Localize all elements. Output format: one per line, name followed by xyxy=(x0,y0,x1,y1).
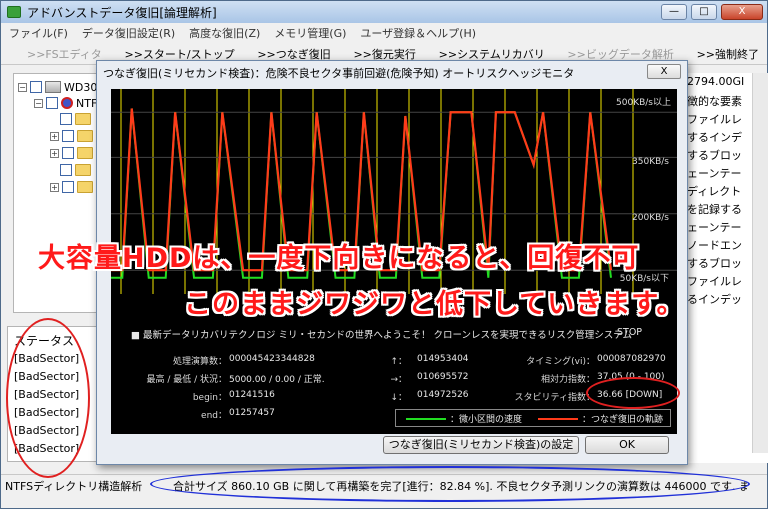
detail-line: を記録する xyxy=(687,203,742,216)
relative-label: 相対力指数： xyxy=(540,375,595,385)
begin-label: begin： xyxy=(192,393,227,403)
caption-line-1: 大容量HDDは、一度下向きになると、回復不可 xyxy=(38,243,640,274)
scrollbar[interactable] xyxy=(752,73,768,453)
stability-label: スタビリティ指数： xyxy=(514,393,595,403)
timing-value: 000087082970 xyxy=(597,354,666,364)
up-label: ↑： xyxy=(390,357,407,367)
detail-line: 2794.00GI xyxy=(687,75,745,88)
folder-icon xyxy=(75,113,91,125)
app-icon xyxy=(7,6,21,18)
legend-swatch-green xyxy=(406,418,446,420)
maximize-button[interactable]: □ xyxy=(691,4,717,20)
down-label: ↓： xyxy=(390,393,407,403)
tree-item-folder[interactable]: + xyxy=(50,146,93,160)
ok-button[interactable]: OK xyxy=(585,436,669,454)
tree-item-folder[interactable] xyxy=(60,163,91,177)
expand-icon[interactable]: + xyxy=(50,182,59,192)
checkbox[interactable] xyxy=(62,181,74,193)
detail-line: ファイルレ xyxy=(687,275,742,288)
caption-line-2: このままジワジワと低下していきます。 xyxy=(184,289,685,320)
splice-settings-button[interactable]: つなぎ復旧(ミリセカンド検査)の設定 xyxy=(383,436,579,454)
dialog-buttons: つなぎ復旧(ミリセカンド検査)の設定 OK xyxy=(97,436,687,462)
detail-line: するインデ xyxy=(687,131,742,144)
folder-icon xyxy=(77,181,93,193)
checkbox[interactable] xyxy=(62,147,74,159)
tree-item-drive[interactable]: − WD30E xyxy=(18,80,104,94)
file-detail-panel: 2794.00GI 徴的な要素 ファイルレ するインデ するブロッ ェーンテー … xyxy=(683,73,768,463)
drive-icon xyxy=(45,81,61,93)
menu-recovery-settings[interactable]: データ復旧設定(R) xyxy=(82,25,175,41)
legend-label-red: ：つなぎ復旧の軌跡 xyxy=(582,415,664,425)
menu-advanced-recovery[interactable]: 高度な復旧(Z) xyxy=(189,25,260,41)
y-tick-label: 200KB/s xyxy=(632,213,669,223)
menu-memory[interactable]: メモリ管理(G) xyxy=(274,25,346,41)
folder-icon xyxy=(77,147,93,159)
detail-line: ディレクト xyxy=(687,185,742,198)
tree-item-folder[interactable] xyxy=(60,112,91,126)
force-quit-button[interactable]: >>強制終了 xyxy=(697,46,759,62)
minimize-button[interactable]: — xyxy=(661,4,687,20)
dialog-title: つなぎ復旧(ミリセカンド検査)：危険不良セクタ事前回避(危険予知) オートリスク… xyxy=(103,67,575,80)
detail-line: ノードエン xyxy=(687,239,742,252)
folder-icon xyxy=(77,130,93,142)
end-label: end： xyxy=(201,411,227,421)
partition-icon xyxy=(61,97,73,109)
annotation-circle-statusbar xyxy=(150,466,750,502)
close-button[interactable]: X xyxy=(721,4,763,20)
tree-item-folder[interactable]: + xyxy=(50,129,93,143)
detail-line: ファイルレ xyxy=(687,113,742,126)
checkbox[interactable] xyxy=(60,113,72,125)
title-bar: アドバンストデータ復旧[論理解析] — □ X xyxy=(1,1,767,23)
detail-line: するブロッ xyxy=(687,149,742,162)
right-value: 010695572 xyxy=(417,372,469,382)
expand-icon[interactable]: + xyxy=(50,148,59,158)
menu-file[interactable]: ファイル(F) xyxy=(9,25,68,41)
checkbox[interactable] xyxy=(46,97,58,109)
stop-indicator: STOP xyxy=(617,327,643,338)
annotation-circle-status xyxy=(6,318,90,478)
y-tick-label: 500KB/s以上 xyxy=(616,98,671,108)
folder-icon xyxy=(75,164,91,176)
processed-value: 000045423344828 xyxy=(229,354,315,364)
end-value: 01257457 xyxy=(229,408,275,418)
expand-icon[interactable]: + xyxy=(50,131,59,141)
detail-line: るインデッ xyxy=(687,293,742,306)
begin-value: 01241516 xyxy=(229,390,275,400)
minmax-value: 5000.00 / 0.00 / 正常. xyxy=(229,375,325,385)
annotation-circle-stability xyxy=(586,377,680,409)
fs-editor-button[interactable]: >>FSエディタ xyxy=(27,46,102,62)
checkbox[interactable] xyxy=(60,164,72,176)
timing-label: タイミング(vi)： xyxy=(526,357,595,367)
legend-label-green: ：微小区間の速度 xyxy=(450,415,523,425)
dialog-close-button[interactable]: X xyxy=(647,64,681,79)
checkbox[interactable] xyxy=(30,81,42,93)
menu-bar: ファイル(F) データ復旧設定(R) 高度な復旧(Z) メモリ管理(G) ユーザ… xyxy=(1,23,767,42)
banner-text: ■ 最新データリカバリテクノロジ ミリ・セカンドの世界へようこそ！ クローンレス… xyxy=(131,330,633,341)
detail-line: ェーンテー xyxy=(687,167,742,180)
detail-line: ェーンテー xyxy=(687,221,742,234)
tree-item-partition[interactable]: − NTF xyxy=(34,96,97,110)
collapse-icon[interactable]: − xyxy=(18,82,27,92)
tree-item-folder[interactable]: + xyxy=(50,180,93,194)
right-label: →： xyxy=(390,375,407,385)
processed-label: 処理演算数： xyxy=(172,357,227,367)
menu-help[interactable]: ユーザ登録＆ヘルプ(H) xyxy=(360,25,476,41)
legend-swatch-red xyxy=(538,418,578,420)
partition-label: NTF xyxy=(76,96,98,110)
detail-line: するブロッ xyxy=(687,257,742,270)
up-value: 014953404 xyxy=(417,354,469,364)
minmax-label: 最高 / 最低 / 状況： xyxy=(146,375,227,385)
down-value: 014972526 xyxy=(417,390,469,400)
checkbox[interactable] xyxy=(62,130,74,142)
collapse-icon[interactable]: − xyxy=(34,98,43,108)
detail-line: 徴的な要素 xyxy=(687,95,742,108)
window-title: アドバンストデータ復旧[論理解析] xyxy=(27,5,217,20)
chart-legend: ：微小区間の速度 ：つなぎ復旧の軌跡 xyxy=(395,409,671,427)
y-tick-label: 350KB/s xyxy=(632,157,669,167)
status-left: NTFSディレクトリ構造解析 xyxy=(5,480,143,493)
